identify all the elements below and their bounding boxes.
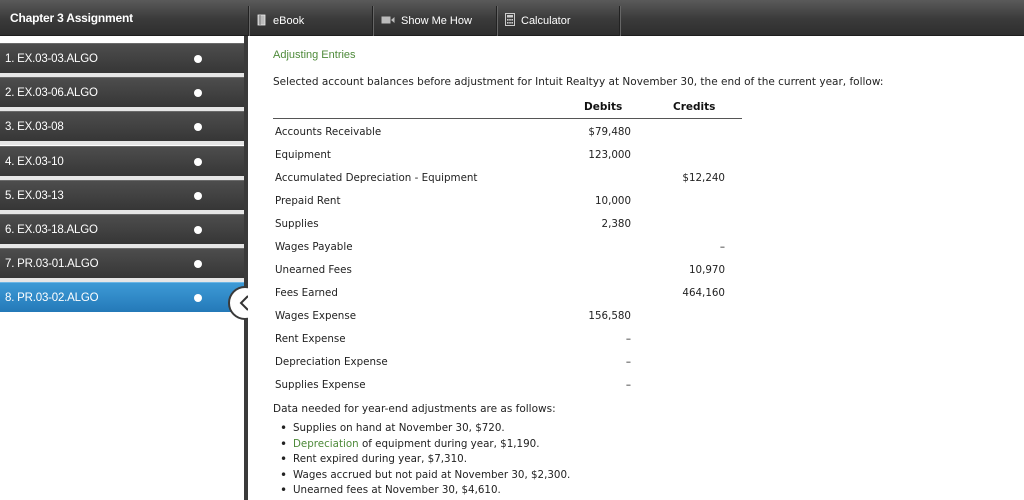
sidebar-item-label: 6. EX.03-18.ALGO — [5, 224, 98, 236]
sidebar-item-4[interactable]: 4. EX.03-10 — [0, 146, 244, 176]
debit-value: $79,480 — [588, 126, 631, 138]
credit-value: $12,240 — [682, 172, 725, 184]
video-icon — [381, 15, 395, 28]
depreciation-glossary-link[interactable]: Depreciation — [293, 438, 359, 450]
credit-value: 464,160 — [682, 287, 725, 299]
table-row: Supplies 2,380 — [275, 212, 735, 235]
table-row: Rent Expense – — [275, 327, 735, 350]
sidebar-item-7[interactable]: 7. PR.03-01.ALGO — [0, 248, 244, 278]
debits-header: Debits — [584, 101, 623, 113]
sidebar-item-label: 3. EX.03-08 — [5, 121, 64, 133]
account-name: Accumulated Depreciation - Equipment — [275, 172, 478, 184]
adjustment-text: Supplies on hand at November 30, $720. — [293, 422, 505, 434]
account-name: Fees Earned — [275, 287, 338, 299]
table-row: Accounts Receivable $79,480 — [275, 120, 735, 143]
sidebar-item-label: 1. EX.03-03.ALGO — [5, 53, 98, 65]
account-name: Rent Expense — [275, 333, 346, 345]
adjustments-list: Supplies on hand at November 30, $720. D… — [280, 421, 571, 500]
account-name: Wages Expense — [275, 310, 357, 322]
sidebar-item-label: 5. EX.03-13 — [5, 190, 64, 202]
status-dot-icon — [194, 89, 202, 97]
calculator-label: Calculator — [521, 15, 571, 27]
sidebar-item-label: 7. PR.03-01.ALGO — [5, 258, 99, 270]
status-dot-icon — [194, 294, 202, 302]
adjustments-intro: Data needed for year-end adjustments are… — [273, 403, 556, 415]
debit-value: – — [625, 379, 631, 391]
account-name: Prepaid Rent — [275, 195, 341, 207]
adjustment-text: Wages accrued but not paid at November 3… — [293, 468, 571, 481]
adjustment-text: Unearned fees at November 30, $4,610. — [293, 484, 501, 496]
credit-value: 10,970 — [688, 264, 725, 276]
status-dot-icon — [194, 55, 202, 63]
list-item: Rent expired during year, $7,310. — [280, 452, 570, 469]
status-dot-icon — [194, 158, 202, 166]
show-me-how-label: Show Me How — [401, 15, 472, 27]
table-row: Accumulated Depreciation - Equipment $12… — [275, 166, 735, 189]
sidebar-item-3[interactable]: 3. EX.03-08 — [0, 111, 244, 141]
list-item: Wages accrued but not paid at November 3… — [280, 468, 571, 485]
account-name: Supplies — [275, 218, 319, 230]
account-name: Depreciation Expense — [275, 356, 388, 368]
account-name: Supplies Expense — [275, 379, 366, 391]
table-row: Depreciation Expense – — [275, 350, 735, 373]
sidebar-item-1[interactable]: 1. EX.03-03.ALGO — [0, 43, 244, 73]
status-dot-icon — [194, 260, 202, 268]
sidebar-item-8[interactable]: 8. PR.03-02.ALGO — [0, 282, 244, 312]
book-icon — [257, 14, 267, 29]
account-name: Accounts Receivable — [275, 126, 382, 138]
table-row: Fees Earned 464,160 — [275, 281, 735, 304]
sidebar: 1. EX.03-03.ALGO 2. EX.03-06.ALGO 3. EX.… — [0, 36, 244, 500]
main-content: Adjusting Entries Selected account balan… — [248, 36, 1024, 500]
account-name: Wages Payable — [275, 241, 353, 253]
debit-value: – — [625, 333, 631, 345]
status-dot-icon — [194, 123, 202, 131]
list-item: Supplies on hand at November 30, $720. — [280, 421, 570, 438]
account-name: Equipment — [275, 149, 331, 161]
status-dot-icon — [194, 192, 202, 200]
table-row: Wages Expense 156,580 — [275, 304, 735, 327]
ebook-label: eBook — [273, 15, 305, 27]
toolbar-divider — [619, 6, 620, 36]
debit-value: 2,380 — [601, 218, 631, 230]
sidebar-item-label: 2. EX.03-06.ALGO — [5, 87, 98, 99]
ebook-button[interactable]: eBook — [248, 6, 372, 36]
credits-header: Credits — [673, 101, 716, 113]
sidebar-item-label: 8. PR.03-02.ALGO — [5, 292, 99, 304]
sidebar-item-2[interactable]: 2. EX.03-06.ALGO — [0, 77, 244, 107]
sidebar-item-label: 4. EX.03-10 — [5, 156, 64, 168]
calculator-icon — [505, 13, 515, 29]
debit-value: 156,580 — [588, 310, 631, 322]
sidebar-item-6[interactable]: 6. EX.03-18.ALGO — [0, 214, 244, 244]
list-item: Unearned fees at November 30, $4,610. — [280, 483, 570, 500]
credit-value: – — [719, 241, 725, 253]
table-row: Supplies Expense – — [275, 373, 735, 396]
calculator-button[interactable]: Calculator — [496, 6, 620, 36]
table-row: Wages Payable – — [275, 235, 735, 258]
table-row: Unearned Fees 10,970 — [275, 258, 735, 281]
table-row: Equipment 123,000 — [275, 143, 735, 166]
adjustment-text: Rent expired during year, $7,310. — [293, 453, 467, 465]
table-row: Prepaid Rent 10,000 — [275, 189, 735, 212]
problem-heading: Adjusting Entries — [273, 49, 356, 61]
show-me-how-button[interactable]: Show Me How — [372, 6, 496, 36]
top-bar: Chapter 3 Assignment eBook Show Me How C… — [0, 0, 1024, 36]
account-name: Unearned Fees — [275, 264, 352, 276]
table-header-rule — [273, 118, 742, 119]
list-item: Depreciation of equipment during year, $… — [280, 437, 570, 454]
debit-value: – — [625, 356, 631, 368]
nav-divider — [0, 141, 244, 145]
adjustment-text: of equipment during year, $1,190. — [358, 437, 540, 450]
debit-value: 10,000 — [594, 195, 631, 207]
sidebar-item-5[interactable]: 5. EX.03-13 — [0, 180, 244, 210]
assignment-title: Chapter 3 Assignment — [10, 11, 133, 25]
debit-value: 123,000 — [588, 149, 631, 161]
problem-intro: Selected account balances before adjustm… — [273, 76, 884, 88]
status-dot-icon — [194, 226, 202, 234]
